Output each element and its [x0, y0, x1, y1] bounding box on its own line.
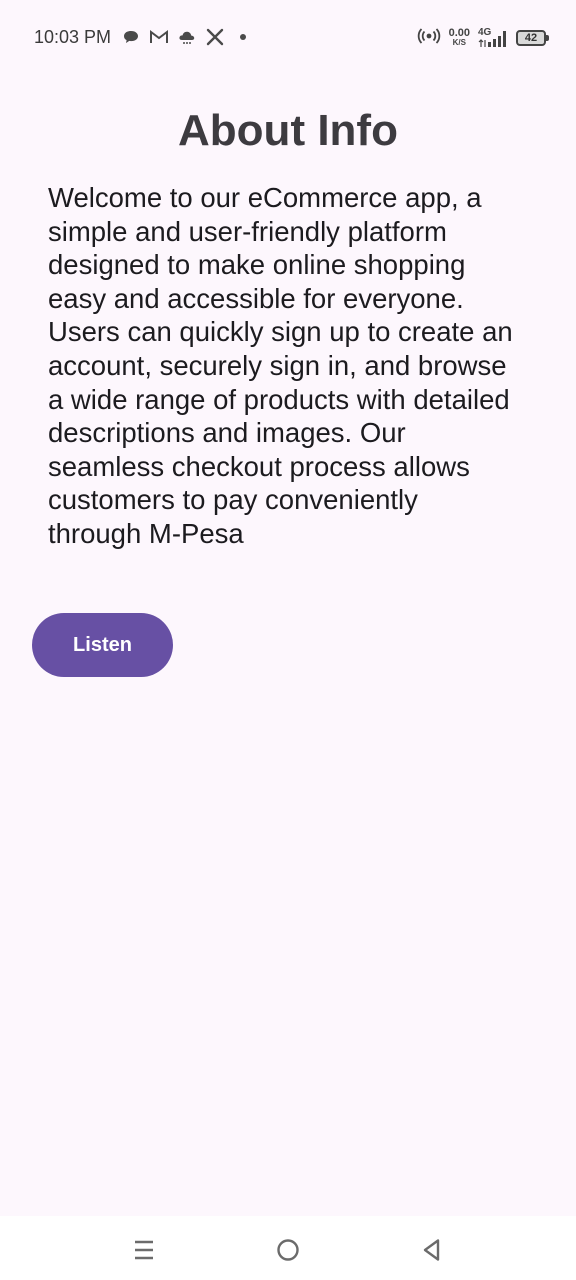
page-title: About Info [178, 106, 398, 155]
home-icon [277, 1239, 299, 1261]
gmail-icon [148, 26, 170, 48]
recents-icon [135, 1240, 153, 1260]
network-speed-unit: K/S [452, 38, 466, 47]
status-bar: 10:03 PM 0.00 K/S 4G 42 [0, 0, 576, 76]
battery-icon: 42 [516, 30, 549, 46]
navigation-bar [0, 1216, 576, 1280]
hotspot-icon [417, 26, 441, 51]
network-speed: 0.00 K/S [448, 27, 470, 48]
weather-cloud-icon [176, 26, 198, 48]
back-icon [423, 1239, 440, 1261]
home-button[interactable] [268, 1230, 308, 1270]
about-description: Welcome to our eCommerce app, a simple a… [48, 182, 513, 549]
system-icons: 0.00 K/S 4G 42 [417, 25, 549, 51]
back-button[interactable] [412, 1230, 452, 1270]
more-dot-icon [232, 26, 254, 48]
network-speed-value: 0.00 [448, 27, 470, 39]
battery-level: 42 [524, 32, 538, 44]
notification-icons [120, 25, 254, 49]
recents-button[interactable] [124, 1230, 164, 1270]
chat-bubble-icon [120, 26, 142, 48]
x-app-icon [204, 26, 226, 48]
status-time: 10:03 PM [34, 27, 112, 47]
listen-button[interactable]: Listen [32, 613, 173, 677]
signal-icon: 4G [478, 27, 508, 49]
